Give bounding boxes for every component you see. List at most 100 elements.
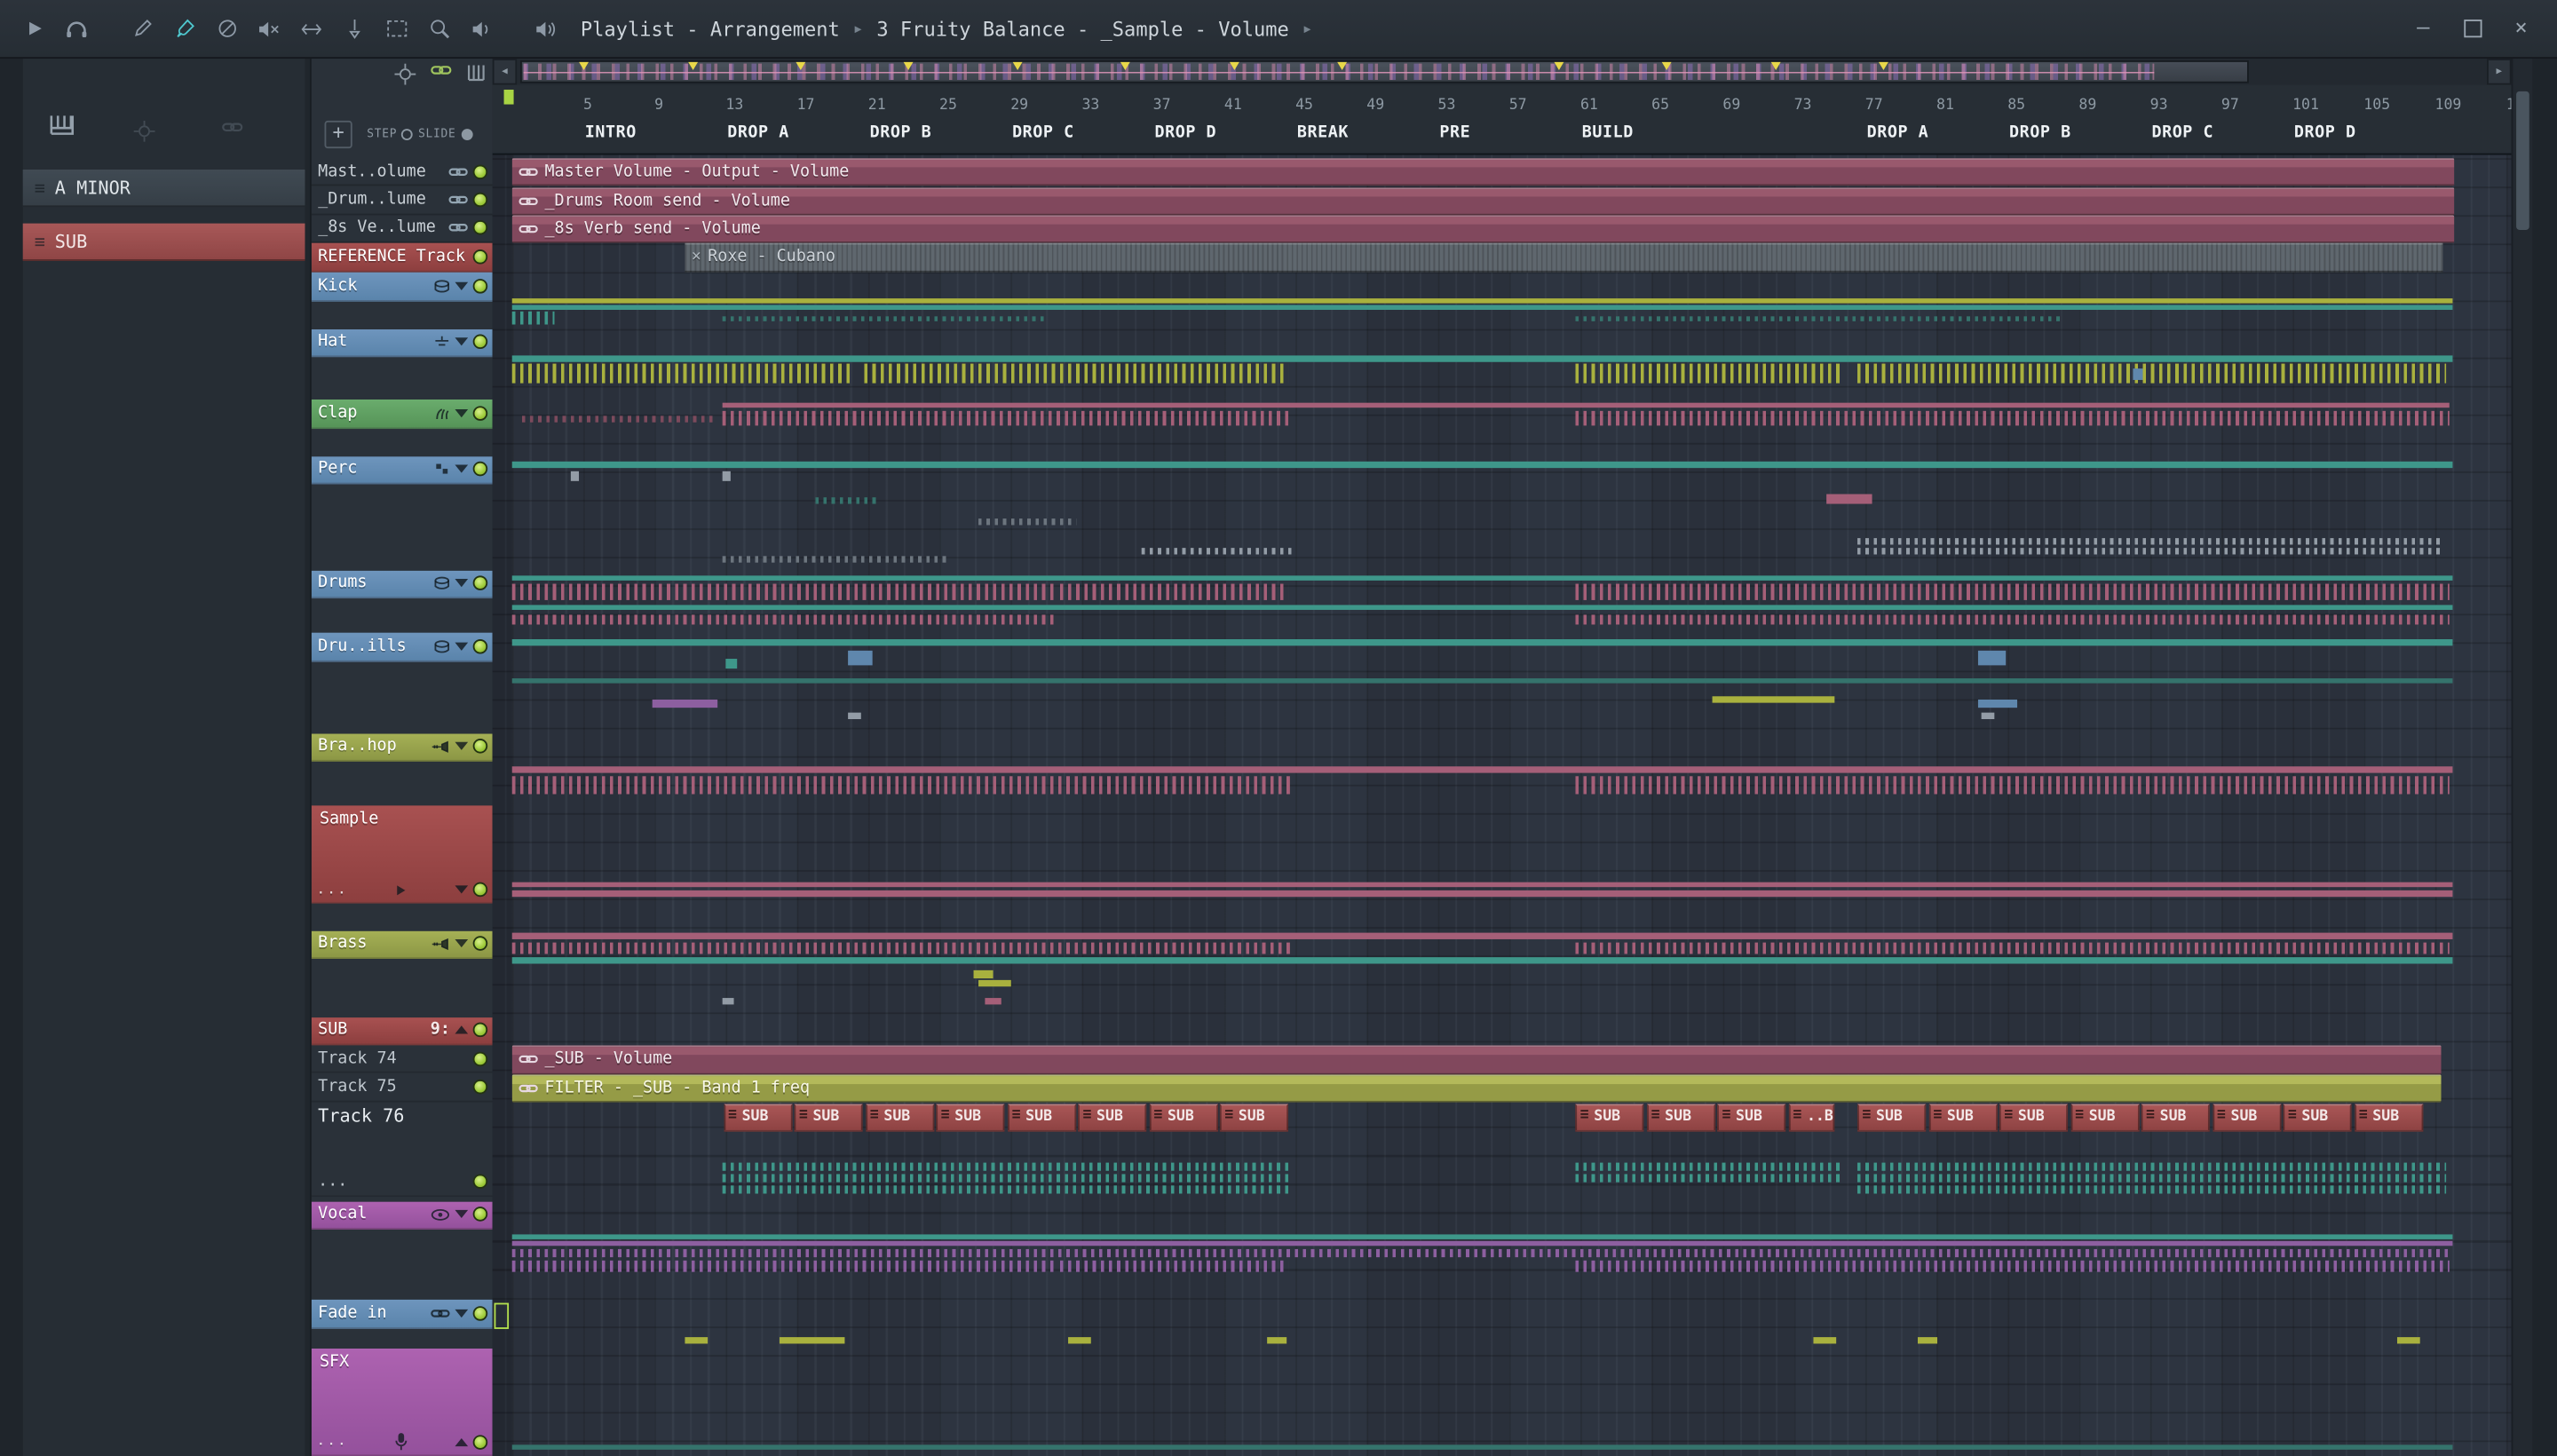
led-icon[interactable] [472,278,488,294]
pattern-clip[interactable] [511,677,2453,683]
pattern-clip[interactable] [1813,1337,1837,1344]
led-icon[interactable] [472,1050,488,1066]
section-marker-drop-d[interactable]: DROP D [2294,124,2356,142]
track-header-mast-olume[interactable]: Mast..olume [311,158,493,186]
pattern-clip[interactable] [779,1337,845,1344]
pattern-clip-sub[interactable]: ≡ SUB [2070,1103,2139,1131]
pattern-clip[interactable] [1575,614,2450,625]
panel-item-a-minor[interactable]: ≡ A MINOR [22,170,305,208]
automation-clip-filter-sub-band-1-freq[interactable]: FILTER - _SUB - Band 1 freq [511,1073,2442,1103]
pattern-clip[interactable] [722,998,734,1005]
pattern-clip-sub[interactable]: ≡ SUB [2283,1103,2352,1131]
section-marker-intro[interactable]: INTRO [585,124,637,142]
pattern-clip[interactable] [511,583,1054,600]
pattern-clip[interactable] [511,957,2453,963]
pattern-clip-sub[interactable]: ≡ SUB [1999,1103,2068,1131]
caret-icon[interactable] [455,1210,469,1219]
pattern-clip[interactable] [1068,1337,1091,1344]
playback-start-marker[interactable] [503,90,514,105]
zoom-tool-icon[interactable] [421,11,456,46]
pattern-clip[interactable] [1981,712,1995,719]
led-icon[interactable] [472,1174,488,1189]
pattern-clip[interactable] [1575,409,2450,425]
close-button[interactable]: × [2502,11,2541,46]
pattern-clip-sub[interactable]: ≡ SUB [1857,1103,1927,1131]
led-icon[interactable] [472,405,488,421]
automation-clip-sub-volume[interactable]: _SUB - Volume [511,1045,2442,1074]
playback-tool-icon[interactable] [463,11,499,46]
led-icon[interactable] [472,249,488,265]
track-header-sub[interactable]: SUB 9: [311,1017,493,1046]
section-marker-drop-c[interactable]: DROP C [1012,124,1074,142]
pattern-clip[interactable] [511,776,1290,795]
pattern-clip[interactable] [511,363,850,384]
pattern-clip[interactable] [722,1185,1289,1194]
caret-icon[interactable] [455,885,469,894]
pattern-clip[interactable] [511,882,2453,888]
led-icon[interactable] [472,163,488,179]
pattern-clip[interactable] [1857,1185,2447,1194]
scroll-left-button[interactable]: ◂ [492,59,518,85]
pattern-clip[interactable] [1575,583,2450,600]
timeline-marker-flag[interactable] [796,61,806,70]
pattern-clip[interactable] [978,518,1077,526]
pattern-clip[interactable] [1575,776,2450,795]
pattern-clip-sub[interactable]: ≡ SUB [1007,1103,1076,1131]
led-icon[interactable] [472,1079,488,1095]
led-icon[interactable] [472,1207,488,1223]
vertical-scrollbar-handle[interactable] [2516,91,2529,230]
led-icon[interactable] [472,1305,488,1321]
section-marker-drop-b[interactable]: DROP B [2009,124,2071,142]
section-marker-drop-c[interactable]: DROP C [2151,124,2213,142]
pattern-clip[interactable] [1575,363,1843,384]
track-header-fade-in[interactable]: Fade in [311,1299,493,1329]
track-header-bra-hop[interactable]: Bra..hop [311,732,493,762]
pattern-clip[interactable] [511,638,2453,645]
pattern-clip[interactable] [722,1174,1289,1183]
led-icon[interactable] [472,334,488,350]
selected-clip-fade-in[interactable] [494,1302,510,1329]
track-header-brass[interactable]: Brass [311,930,493,959]
section-marker-build[interactable]: BUILD [1582,124,1634,142]
audio-clip-roxe-cubano[interactable]: × Roxe - Cubano [685,242,2443,272]
pattern-clip[interactable] [1575,1174,1843,1183]
pattern-clip-sub[interactable]: ≡ ..B [1787,1103,1834,1131]
pattern-clip-sub[interactable]: ≡ SUB [1928,1103,1998,1131]
pattern-clip[interactable] [511,932,2453,939]
pattern-clip[interactable] [1575,315,2065,320]
pattern-clip[interactable] [1712,696,1835,703]
pattern-clip[interactable] [1575,1259,2450,1271]
pattern-clip[interactable] [1857,548,2445,555]
timeline-ruler[interactable]: 5 9 13 17 21 25 29 33 37 41 45 49 53 57 61 65 69 73 77 81 85… [492,84,2512,155]
pattern-clip[interactable] [511,1248,2453,1257]
caret-icon[interactable] [455,939,469,948]
led-icon[interactable] [472,739,488,755]
pattern-clip[interactable] [722,471,731,481]
pattern-clip[interactable] [511,1259,1054,1271]
headphones-icon[interactable] [59,11,94,46]
pattern-clip-sub[interactable]: ≡ SUB [1575,1103,1644,1131]
pattern-clip[interactable] [570,471,580,481]
pattern-clip[interactable] [511,941,1290,954]
timeline-marker-flag[interactable] [1878,61,1888,70]
pattern-clip[interactable] [1575,1162,1843,1171]
pattern-clip[interactable] [848,650,873,666]
timeline-marker-flag[interactable] [1012,61,1023,70]
play-icon[interactable] [16,11,51,46]
section-marker-drop-d[interactable]: DROP D [1154,124,1216,142]
minimize-button[interactable]: – [2403,11,2442,46]
track-header-clap[interactable]: Clap [311,399,493,429]
pattern-clip[interactable] [1141,548,1292,555]
slip-tool-icon[interactable] [294,11,329,46]
pattern-clip[interactable] [511,304,2453,310]
pattern-clip-sub[interactable]: ≡ SUB [2212,1103,2281,1131]
pattern-clip[interactable] [978,979,1011,987]
pattern-clip[interactable] [511,766,2453,772]
track-header-dru-ills[interactable]: Dru..ills [311,632,493,661]
caret-icon[interactable] [455,464,469,474]
paint-tool-icon[interactable] [166,11,202,46]
pattern-clip-sub[interactable]: ≡ SUB [2141,1103,2210,1131]
pattern-clip[interactable] [722,315,1049,320]
draw-tool-icon[interactable] [124,11,160,46]
caret-icon[interactable] [455,408,469,417]
